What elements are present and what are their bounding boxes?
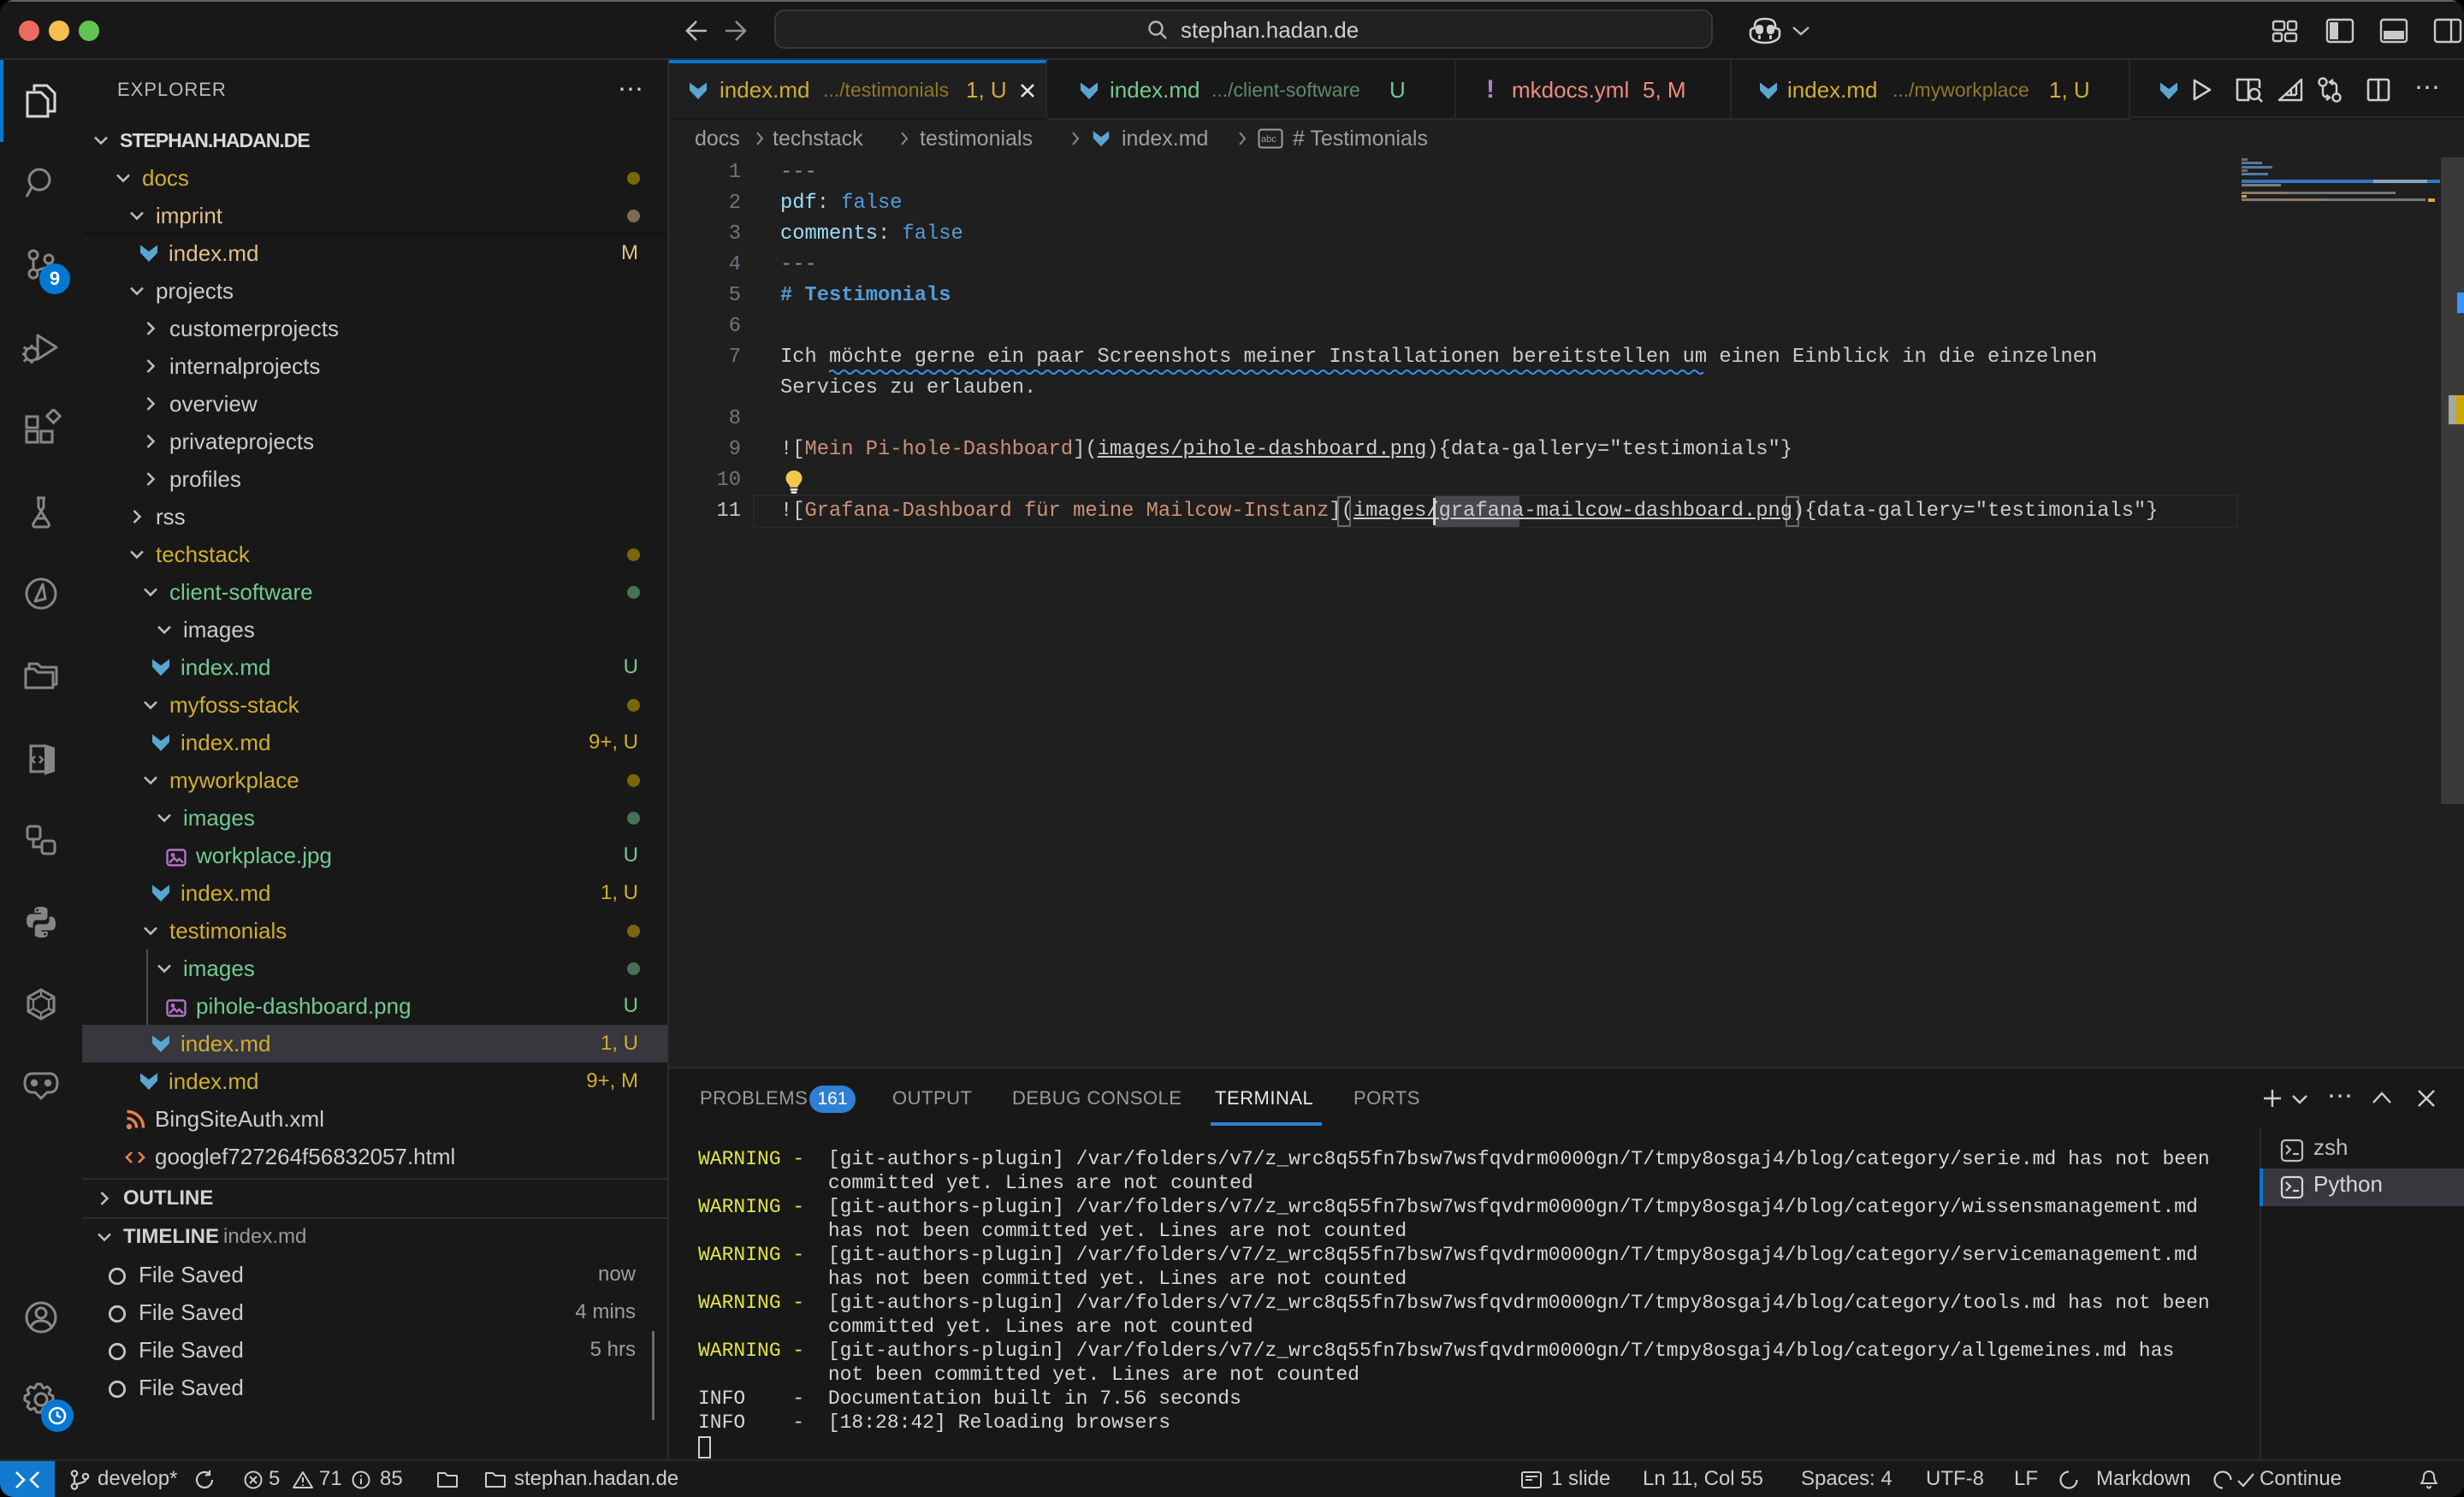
svg-text:abc: abc [1261,134,1276,145]
